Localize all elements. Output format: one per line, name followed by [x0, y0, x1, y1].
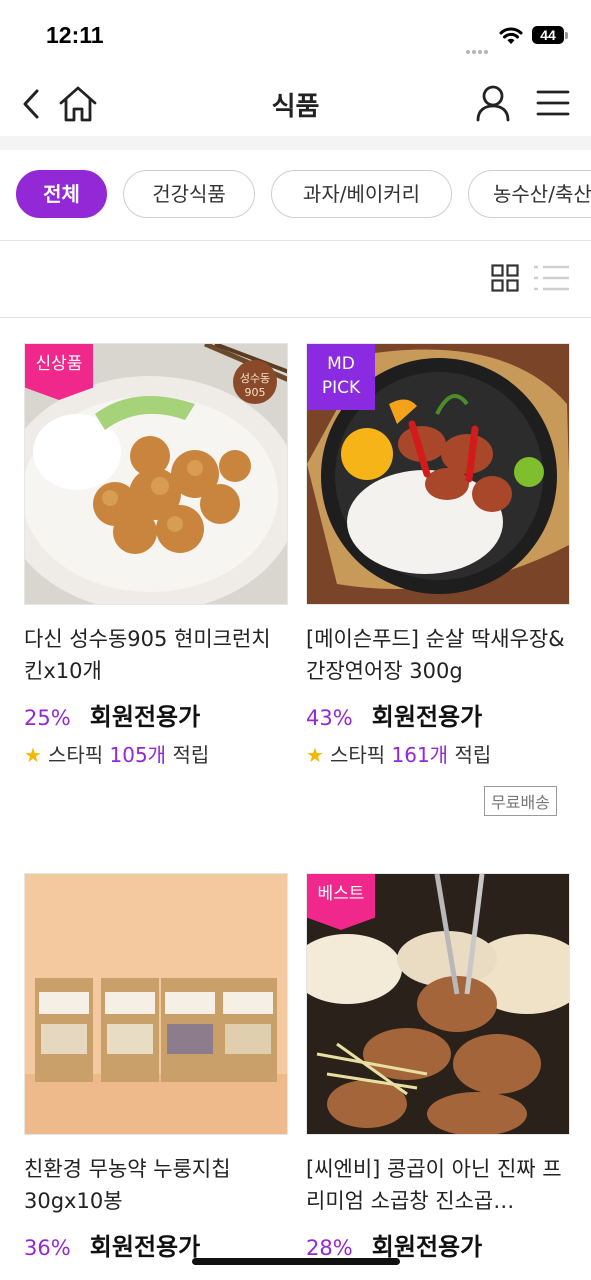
product-card[interactable]: 베스트 [씨엔비] 콩곱이 아닌 진짜 프리미엄 소곱창 진소곱… 28% 회원…	[306, 873, 570, 1261]
product-name[interactable]: 다신 성수동905 현미크런치킨x10개	[24, 623, 288, 687]
points-count: 161개	[391, 743, 449, 767]
chip-agri-livestock[interactable]: 농수산/축산	[468, 170, 591, 218]
price-row: 28% 회원전용가	[306, 1227, 570, 1261]
member-price-label: 회원전용가	[89, 703, 201, 731]
discount-rate: 43%	[306, 706, 353, 730]
user-icon[interactable]	[475, 84, 511, 122]
product-name[interactable]: 친환경 무농약 누룽지칩 30gx10봉	[24, 1153, 288, 1217]
member-price-label: 회원전용가	[371, 703, 483, 731]
brand-logo: 성수동 905	[239, 372, 271, 399]
discount-rate: 28%	[306, 1236, 353, 1260]
product-image[interactable]: 신상품 성수동 905	[24, 343, 288, 605]
points-suffix: 적립	[454, 743, 492, 767]
member-price-label: 회원전용가	[89, 1233, 201, 1261]
rice-chips-image	[25, 874, 287, 1134]
points-prefix: 스타픽	[47, 743, 104, 767]
list-view-icon[interactable]	[532, 264, 570, 292]
price-row: 25% 회원전용가	[24, 697, 288, 731]
product-name[interactable]: [메이슨푸드] 순살 딱새우장&간장연어장 300g	[306, 623, 570, 687]
grid-view-icon[interactable]	[491, 264, 519, 292]
signal-icon	[466, 39, 490, 58]
product-card[interactable]: MD PICK [메이슨푸드] 순살 딱새우장&간장연어장 300g 43% 회…	[306, 343, 570, 769]
product-image[interactable]	[24, 873, 288, 1135]
section-gap	[0, 136, 591, 150]
points-count: 105개	[109, 743, 167, 767]
chip-health-food[interactable]: 건강식품	[123, 170, 255, 218]
nav-bar: 식품	[0, 70, 591, 136]
discount-rate: 25%	[24, 706, 71, 730]
home-indicator[interactable]	[192, 1258, 400, 1265]
battery-tip	[565, 32, 568, 39]
free-shipping-tag: 무료배송	[484, 786, 557, 816]
points-row: ★ 스타픽 105개 적립	[24, 739, 288, 769]
product-card[interactable]: 신상품 성수동 905 다신 성수동905 현미크런치킨x10개 25% 회원전…	[24, 343, 288, 769]
badge-md-pick: MD PICK	[307, 344, 375, 410]
product-card[interactable]: 친환경 무농약 누룽지칩 30gx10봉 36% 회원전용가	[24, 873, 288, 1261]
chip-all[interactable]: 전체	[16, 170, 107, 218]
star-icon: ★	[306, 743, 324, 767]
chip-snacks-bakery[interactable]: 과자/베이커리	[271, 170, 452, 218]
product-name[interactable]: [씨엔비] 콩곱이 아닌 진짜 프리미엄 소곱창 진소곱…	[306, 1153, 570, 1217]
points-row: ★ 스타픽 161개 적립	[306, 739, 570, 769]
status-bar: 12:11 44	[0, 0, 591, 70]
wifi-icon	[499, 27, 523, 44]
divider	[0, 317, 591, 318]
menu-icon[interactable]	[536, 88, 570, 118]
divider	[0, 240, 591, 241]
product-image[interactable]: MD PICK	[306, 343, 570, 605]
points-prefix: 스타픽	[329, 743, 386, 767]
price-row: 43% 회원전용가	[306, 697, 570, 731]
star-icon: ★	[24, 743, 42, 767]
product-image[interactable]: 베스트	[306, 873, 570, 1135]
price-row: 36% 회원전용가	[24, 1227, 288, 1261]
points-suffix: 적립	[172, 743, 210, 767]
category-chips: 전체 건강식품 과자/베이커리 농수산/축산	[0, 170, 591, 222]
discount-rate: 36%	[24, 1236, 71, 1260]
status-time: 12:11	[46, 22, 104, 48]
member-price-label: 회원전용가	[371, 1233, 483, 1261]
battery-icon: 44	[532, 26, 564, 44]
